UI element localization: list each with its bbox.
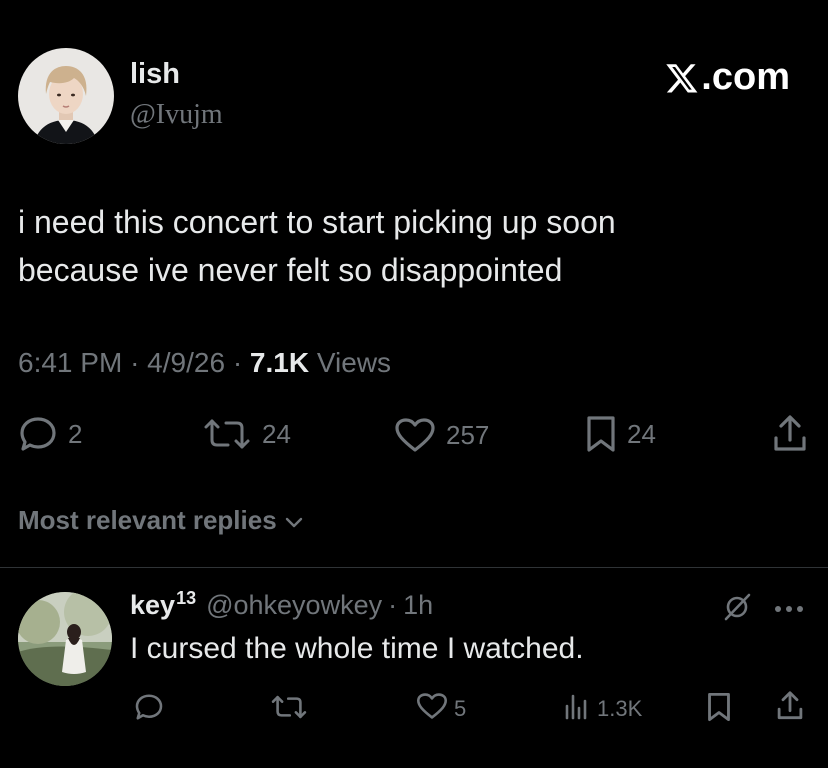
heart-icon <box>394 417 436 453</box>
bookmark-icon <box>706 692 732 728</box>
reply-repost-button[interactable] <box>270 694 308 726</box>
reply-view-count: 1.3K <box>597 696 643 721</box>
bookmark-icon <box>585 415 617 453</box>
reply-header: key13 @ohkeyowkey · 1h <box>130 588 433 621</box>
reply-name-text: key <box>130 590 176 620</box>
reply-views-button[interactable]: 1.3K <box>563 692 642 726</box>
grok-icon <box>722 593 752 626</box>
reply-count: 2 <box>68 418 83 449</box>
reply-author-avatar[interactable] <box>18 592 112 686</box>
reply-icon <box>134 693 164 727</box>
share-icon <box>776 690 804 728</box>
repost-icon <box>202 418 252 450</box>
post-text: i need this concert to start picking up … <box>18 198 778 294</box>
reply-name-superscript: 13 <box>176 588 197 608</box>
repost-icon <box>270 694 308 726</box>
reply-like-button[interactable]: 5 <box>416 692 466 726</box>
meta-separator: · <box>232 347 243 378</box>
reply-icon <box>18 416 58 452</box>
brand-text: .com <box>701 56 790 98</box>
like-button[interactable]: 257 <box>394 417 489 453</box>
grok-button[interactable] <box>722 592 752 627</box>
post-meta: 6:41 PM · 4/9/26 · 7.1K Views <box>18 347 391 379</box>
reply-handle[interactable]: @ohkeyowkey <box>206 590 382 621</box>
share-icon <box>772 414 808 454</box>
views-icon <box>563 692 591 726</box>
like-count: 257 <box>446 419 490 450</box>
reply-display-name[interactable]: key13 <box>130 588 196 621</box>
bookmark-count: 24 <box>627 418 656 449</box>
reply-bookmark-button[interactable] <box>706 692 732 728</box>
x-icon <box>665 61 699 95</box>
reply-like-count: 5 <box>454 696 467 721</box>
repost-count: 24 <box>262 418 291 449</box>
post-time[interactable]: 6:41 PM <box>18 347 122 378</box>
views-label: Views <box>316 347 392 378</box>
post-date[interactable]: 4/9/26 <box>147 347 225 378</box>
reply-reply-button[interactable] <box>134 693 164 727</box>
views-count: 7.1K <box>249 347 310 378</box>
share-button[interactable] <box>772 414 808 454</box>
reply-time[interactable]: 1h <box>403 590 433 621</box>
heart-icon <box>416 692 448 726</box>
repost-button[interactable]: 24 <box>202 418 291 450</box>
bookmark-button[interactable]: 24 <box>585 415 656 453</box>
post-text-line-2: because ive never felt so disappointed <box>18 252 563 288</box>
reply-text: I cursed the whole time I watched. <box>130 632 584 665</box>
more-icon <box>774 601 804 618</box>
divider <box>0 567 828 568</box>
post-text-line-1: i need this concert to start picking up … <box>18 204 616 240</box>
author-handle[interactable]: @Ivujm <box>130 99 223 131</box>
more-options-button[interactable] <box>774 601 804 619</box>
reply-button[interactable]: 2 <box>18 416 82 452</box>
author-display-name[interactable]: lish <box>130 58 180 91</box>
reply-separator: · <box>388 590 398 620</box>
sort-label: Most relevant replies <box>18 505 277 535</box>
reply-share-button[interactable] <box>776 690 804 728</box>
chevron-down-icon <box>277 505 303 536</box>
x-logo: .com <box>665 56 790 99</box>
replies-sort-dropdown[interactable]: Most relevant replies <box>18 505 303 536</box>
meta-separator: · <box>130 347 140 378</box>
author-avatar[interactable] <box>18 48 114 144</box>
